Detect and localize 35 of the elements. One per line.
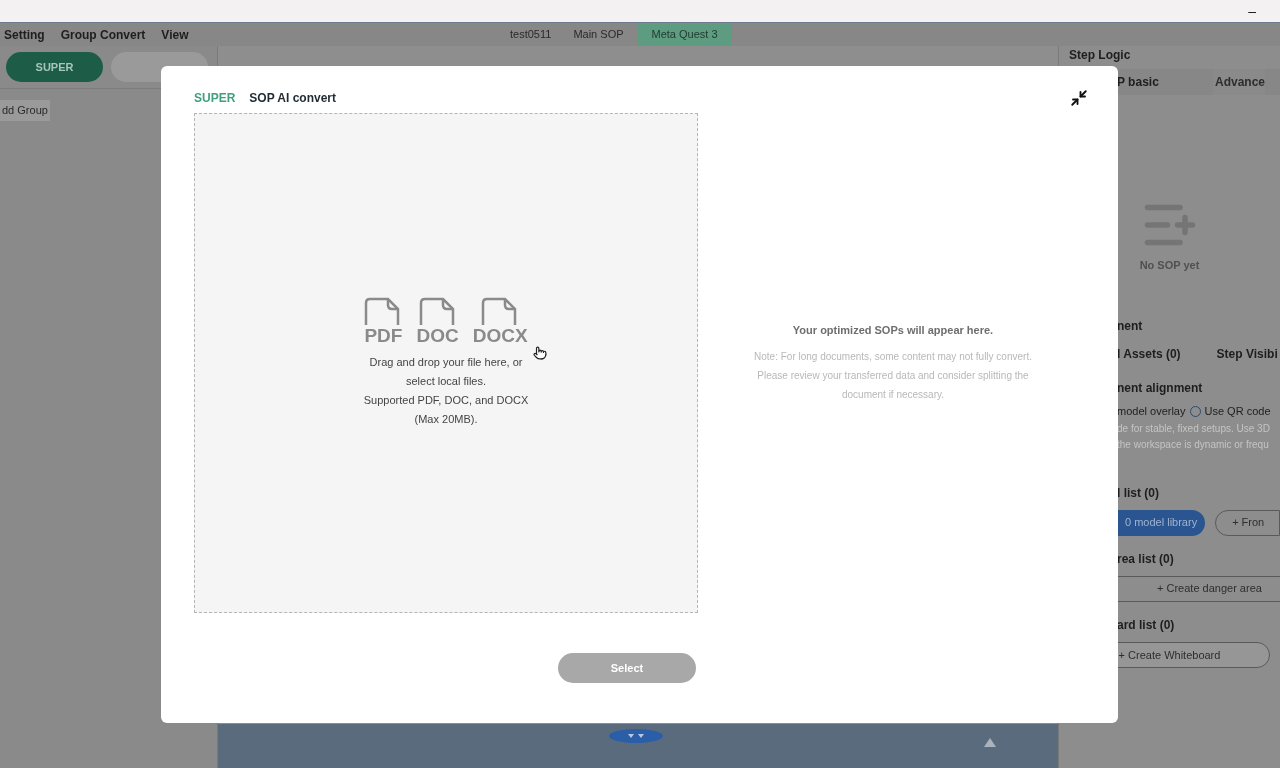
model-button[interactable]: 0 model library xyxy=(1117,509,1206,536)
cursor-icon xyxy=(533,346,547,360)
panel-tab[interactable]: P basic xyxy=(1117,69,1213,95)
section-heading: nent xyxy=(1117,318,1144,335)
asset-tab[interactable]: Step Visibi xyxy=(1216,345,1278,363)
asset-tab[interactable]: l Assets (0) xyxy=(1117,345,1181,363)
menu-item[interactable]: Group Convert xyxy=(60,25,146,44)
list-heading: ard list (0) xyxy=(1117,616,1176,634)
list-heading: l list (0) xyxy=(1117,484,1160,502)
mode-button[interactable]: SUPER xyxy=(6,52,103,82)
list-heading: rea list (0) xyxy=(1117,550,1175,568)
menu-item[interactable]: View xyxy=(161,25,189,44)
device-tab[interactable]: Meta Quest 3 xyxy=(637,24,732,45)
dialog-title: SOP AI convert xyxy=(249,90,337,107)
drop-zone[interactable]: PDF DOC DOCX Drag and drop your file here, or select local files. Supported PDF, DOC, and DOCX (Max 20MB). xyxy=(194,113,698,613)
brand-label: SUPER xyxy=(194,90,236,107)
panel-title: Step Logic xyxy=(1068,47,1132,64)
minimize-button[interactable]: – xyxy=(1248,0,1256,22)
note-text: Note: For long documents, some content may not fully convert. Please review your transferred data and consider splitting the document if necessary. xyxy=(753,349,1033,402)
option-label: model overlay xyxy=(1117,404,1186,419)
triangle-icon xyxy=(984,738,996,747)
device-tab[interactable]: test0511 xyxy=(502,24,560,45)
empty-text: No SOP yet xyxy=(1139,258,1200,273)
option-label[interactable]: Use QR code xyxy=(1204,403,1271,420)
device-tab[interactable]: Main SOP xyxy=(565,24,632,45)
drop-instruction: (Max 20MB). xyxy=(414,412,478,427)
alignment-heading: nent alignment xyxy=(1117,380,1204,397)
drop-instruction: select local files. xyxy=(405,374,487,389)
menu-item[interactable]: Setting xyxy=(4,25,45,44)
axis-gizmo-icon xyxy=(608,728,664,744)
add-group-button[interactable]: dd Group xyxy=(0,100,50,121)
collapse-icon[interactable] xyxy=(1070,89,1088,107)
drop-instruction: Supported PDF, DOC, and DOCX xyxy=(363,393,529,408)
result-message: Your optimized SOPs will appear here. xyxy=(792,323,994,339)
drop-instruction: Drag and drop your file here, or xyxy=(369,355,523,370)
